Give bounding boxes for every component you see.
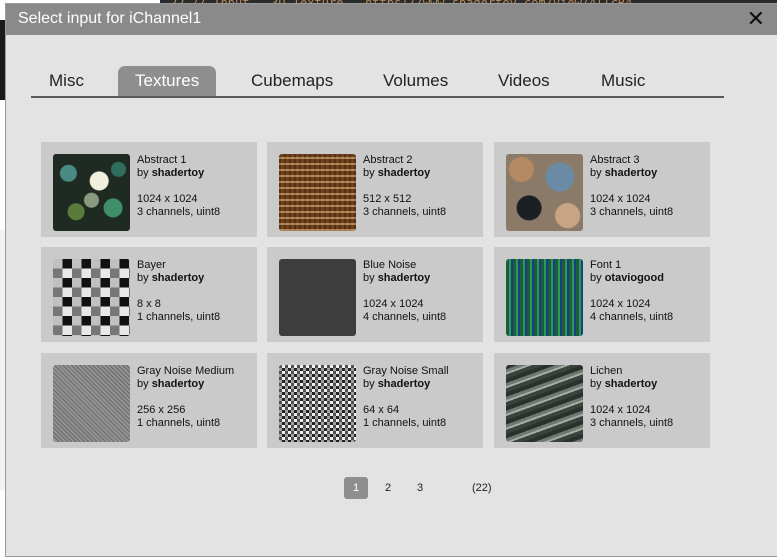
texture-author: otaviogood [604, 272, 664, 284]
texture-format: 1 channels, uint8 [363, 417, 447, 429]
texture-format: 3 channels, uint8 [363, 206, 447, 218]
texture-info: Gray Noise Small by shadertoy 64 x 64 1 … [363, 365, 449, 430]
texture-author-line: by shadertoy [137, 378, 234, 391]
texture-format: 1 channels, uint8 [137, 311, 221, 323]
by-label: by [363, 272, 375, 284]
tab-cubemaps[interactable]: Cubemaps [251, 66, 333, 96]
texture-size: 1024 x 1024 [137, 193, 198, 205]
texture-name: Abstract 1 [137, 154, 187, 166]
dialog-titlebar: Select input for iChannel1 ✕ [6, 4, 777, 35]
texture-size: 1024 x 1024 [590, 404, 651, 416]
texture-info: Font 1 by otaviogood 1024 x 1024 4 chann… [590, 259, 673, 324]
texture-format: 3 channels, uint8 [590, 206, 674, 218]
texture-author-line: by shadertoy [363, 378, 449, 391]
texture-name: Abstract 2 [363, 154, 413, 166]
texture-author: shadertoy [604, 167, 658, 179]
texture-format: 3 channels, uint8 [590, 417, 674, 429]
by-label: by [590, 272, 602, 284]
texture-thumbnail [53, 154, 130, 231]
texture-info: Abstract 2 by shadertoy 512 x 512 3 chan… [363, 154, 446, 219]
texture-author: shadertoy [151, 378, 205, 390]
texture-card-font-1[interactable]: Font 1 by otaviogood 1024 x 1024 4 chann… [494, 247, 710, 342]
texture-info: Lichen by shadertoy 1024 x 1024 3 channe… [590, 365, 673, 430]
texture-card-abstract-2[interactable]: Abstract 2 by shadertoy 512 x 512 3 chan… [267, 142, 483, 237]
texture-name: Blue Noise [363, 259, 417, 271]
texture-name: Lichen [590, 365, 623, 377]
texture-name: Gray Noise Medium [137, 365, 235, 377]
by-label: by [137, 272, 149, 284]
texture-name: Font 1 [590, 259, 622, 271]
texture-author-line: by shadertoy [363, 272, 446, 285]
by-label: by [590, 167, 602, 179]
texture-format: 4 channels, uint8 [590, 311, 674, 323]
texture-author: shadertoy [377, 378, 431, 390]
texture-name: Bayer [137, 259, 166, 271]
texture-author-line: by otaviogood [590, 272, 673, 285]
texture-size: 1024 x 1024 [590, 298, 651, 310]
tab-videos[interactable]: Videos [498, 66, 550, 96]
texture-card-abstract-3[interactable]: Abstract 3 by shadertoy 1024 x 1024 3 ch… [494, 142, 710, 237]
texture-name: Abstract 3 [590, 154, 640, 166]
texture-thumbnail [53, 259, 130, 336]
texture-card-gray-noise-small[interactable]: Gray Noise Small by shadertoy 64 x 64 1 … [267, 353, 483, 448]
texture-size: 256 x 256 [137, 404, 186, 416]
texture-thumbnail [53, 365, 130, 442]
texture-info: Abstract 3 by shadertoy 1024 x 1024 3 ch… [590, 154, 673, 219]
dialog-title: Select input for iChannel1 [18, 10, 202, 27]
texture-thumbnail [506, 365, 583, 442]
texture-author: shadertoy [604, 378, 658, 390]
texture-card-abstract-1[interactable]: Abstract 1 by shadertoy 1024 x 1024 3 ch… [41, 142, 257, 237]
texture-author: shadertoy [377, 167, 431, 179]
texture-card-lichen[interactable]: Lichen by shadertoy 1024 x 1024 3 channe… [494, 353, 710, 448]
texture-name: Gray Noise Small [363, 365, 449, 377]
texture-info: Gray Noise Medium by shadertoy 256 x 256… [137, 365, 234, 430]
texture-author-line: by shadertoy [137, 167, 220, 180]
input-select-dialog: Select input for iChannel1 ✕ Misc Textur… [6, 4, 777, 556]
texture-author-line: by shadertoy [590, 378, 673, 391]
by-label: by [590, 378, 602, 390]
texture-format: 1 channels, uint8 [137, 417, 221, 429]
by-label: by [363, 378, 375, 390]
texture-size: 64 x 64 [363, 404, 400, 416]
texture-card-bayer[interactable]: Bayer by shadertoy 8 x 8 1 channels, uin… [41, 247, 257, 342]
pagination: 1 2 3 (22) [6, 477, 777, 499]
texture-card-gray-noise-medium[interactable]: Gray Noise Medium by shadertoy 256 x 256… [41, 353, 257, 448]
texture-format: 3 channels, uint8 [137, 206, 221, 218]
texture-size: 512 x 512 [363, 193, 412, 205]
texture-size: 8 x 8 [137, 298, 161, 310]
page-button-2[interactable]: 2 [380, 477, 396, 499]
close-icon[interactable]: ✕ [747, 7, 765, 32]
texture-thumbnail [279, 259, 356, 336]
by-label: by [363, 167, 375, 179]
texture-thumbnail [506, 259, 583, 336]
texture-info: Bayer by shadertoy 8 x 8 1 channels, uin… [137, 259, 220, 324]
tab-volumes[interactable]: Volumes [383, 66, 448, 96]
texture-author-line: by shadertoy [590, 167, 673, 180]
tab-music[interactable]: Music [601, 66, 645, 96]
texture-size: 1024 x 1024 [363, 298, 424, 310]
page-button-1[interactable]: 1 [344, 477, 368, 499]
texture-thumbnail [279, 154, 356, 231]
texture-size: 1024 x 1024 [590, 193, 651, 205]
texture-author: shadertoy [377, 272, 431, 284]
texture-thumbnail [506, 154, 583, 231]
tab-textures[interactable]: Textures [118, 66, 217, 96]
texture-author: shadertoy [151, 167, 205, 179]
tab-misc[interactable]: Misc [49, 66, 84, 96]
by-label: by [137, 378, 149, 390]
texture-author: shadertoy [151, 272, 205, 284]
page-total-count: (22) [472, 482, 492, 494]
texture-info: Abstract 1 by shadertoy 1024 x 1024 3 ch… [137, 154, 220, 219]
texture-thumbnail [279, 365, 356, 442]
texture-info: Blue Noise by shadertoy 1024 x 1024 4 ch… [363, 259, 446, 324]
texture-author-line: by shadertoy [137, 272, 220, 285]
page-button-3[interactable]: 3 [412, 477, 428, 499]
by-label: by [137, 167, 149, 179]
texture-author-line: by shadertoy [363, 167, 446, 180]
texture-format: 4 channels, uint8 [363, 311, 447, 323]
tab-bar: Misc Textures Cubemaps Volumes Videos Mu… [31, 66, 724, 98]
texture-card-blue-noise[interactable]: Blue Noise by shadertoy 1024 x 1024 4 ch… [267, 247, 483, 342]
